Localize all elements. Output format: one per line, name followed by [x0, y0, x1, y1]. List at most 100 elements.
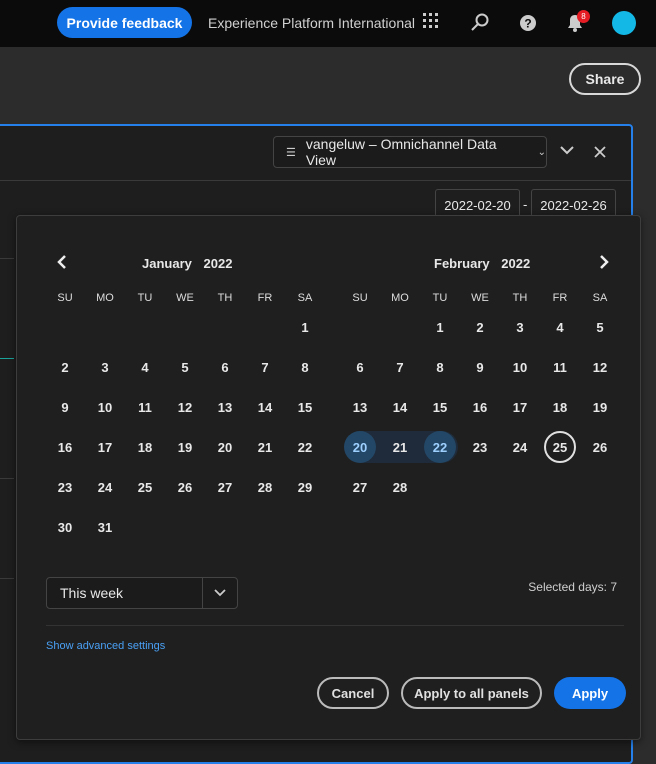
calendar-day[interactable]: 12: [584, 351, 616, 383]
calendar-day[interactable]: 25: [129, 471, 161, 503]
calendar-day[interactable]: 4: [544, 311, 576, 343]
preset-select[interactable]: This week: [46, 577, 238, 609]
calendar-day[interactable]: 15: [424, 391, 456, 423]
calendar-day[interactable]: 11: [129, 391, 161, 423]
calendar-day[interactable]: 6: [344, 351, 376, 383]
cancel-button[interactable]: Cancel: [317, 677, 389, 709]
table-row-line: [0, 358, 14, 359]
calendar-day[interactable]: 23: [464, 431, 496, 463]
calendar-day[interactable]: 16: [464, 391, 496, 423]
selected-days-count: Selected days: 7: [528, 580, 617, 594]
calendar-day[interactable]: 27: [344, 471, 376, 503]
calendar-day[interactable]: 21: [249, 431, 281, 463]
month-name: February: [434, 256, 490, 271]
calendar-day[interactable]: 4: [129, 351, 161, 383]
calendar-day[interactable]: 9: [49, 391, 81, 423]
calendar-day[interactable]: 15: [289, 391, 321, 423]
calendar-day[interactable]: 7: [384, 351, 416, 383]
calendar-day[interactable]: 6: [209, 351, 241, 383]
calendar-day[interactable]: 16: [49, 431, 81, 463]
calendar-day[interactable]: 2: [464, 311, 496, 343]
calendar-day[interactable]: 19: [584, 391, 616, 423]
apply-button[interactable]: Apply: [554, 677, 626, 709]
calendar-day[interactable]: 31: [89, 511, 121, 543]
calendar-day[interactable]: 30: [49, 511, 81, 543]
calendar-day[interactable]: 19: [169, 431, 201, 463]
help-icon[interactable]: ?: [519, 14, 537, 37]
calendar-day[interactable]: 20: [344, 431, 376, 463]
next-month-icon[interactable]: [597, 252, 611, 278]
calendar-day[interactable]: 5: [169, 351, 201, 383]
weekday-header: SA: [297, 292, 313, 304]
search-icon[interactable]: [471, 13, 489, 36]
chevron-down-icon: ⌄: [537, 146, 546, 158]
calendar-day[interactable]: 24: [89, 471, 121, 503]
calendar-day[interactable]: 23: [49, 471, 81, 503]
calendar-day[interactable]: 11: [544, 351, 576, 383]
calendar-day[interactable]: 17: [504, 391, 536, 423]
weekday-header: MO: [391, 292, 409, 304]
calendar-day[interactable]: 14: [384, 391, 416, 423]
data-view-label: vangeluw – Omnichannel Data View: [305, 136, 497, 168]
calendar-day[interactable]: 28: [249, 471, 281, 503]
calendar-day[interactable]: 3: [504, 311, 536, 343]
calendar-day[interactable]: 9: [464, 351, 496, 383]
calendar-day[interactable]: 21: [384, 431, 416, 463]
weekday-header: WE: [471, 292, 489, 304]
org-name[interactable]: Experience Platform International: [208, 15, 415, 31]
calendar-day[interactable]: 18: [129, 431, 161, 463]
calendar-day[interactable]: 27: [209, 471, 241, 503]
share-button[interactable]: Share: [569, 63, 641, 95]
calendar-day[interactable]: 29: [289, 471, 321, 503]
calendar-day[interactable]: 13: [344, 391, 376, 423]
calendar-day[interactable]: 22: [289, 431, 321, 463]
calendar-day[interactable]: 3: [89, 351, 121, 383]
previous-month-icon[interactable]: [55, 252, 69, 278]
close-icon[interactable]: [594, 145, 606, 163]
apply-to-all-panels-button[interactable]: Apply to all panels: [401, 677, 542, 709]
collapse-chevron-icon[interactable]: [560, 143, 574, 162]
calendar-day[interactable]: 10: [89, 391, 121, 423]
provide-feedback-button[interactable]: Provide feedback: [57, 7, 192, 38]
calendar-day[interactable]: 13: [209, 391, 241, 423]
calendar-day[interactable]: 5: [584, 311, 616, 343]
calendar-day[interactable]: 8: [424, 351, 456, 383]
calendar-day[interactable]: 1: [424, 311, 456, 343]
calendar-day[interactable]: 8: [289, 351, 321, 383]
weekday-header: TH: [217, 292, 233, 304]
calendar-day[interactable]: 10: [504, 351, 536, 383]
calendar-day[interactable]: 20: [209, 431, 241, 463]
calendar-day[interactable]: 25: [544, 431, 576, 463]
calendar-day[interactable]: 18: [544, 391, 576, 423]
date-separator: -: [523, 197, 528, 212]
calendar-day[interactable]: 14: [249, 391, 281, 423]
month-title-january: January 2022: [142, 256, 232, 271]
weekday-header: SA: [592, 292, 608, 304]
calendar-day[interactable]: 26: [584, 431, 616, 463]
calendar-day[interactable]: 28: [384, 471, 416, 503]
weekday-header: FR: [257, 292, 273, 304]
calendar-day[interactable]: 1: [289, 311, 321, 343]
weekday-header: WE: [176, 292, 194, 304]
calendar-day[interactable]: 12: [169, 391, 201, 423]
weekday-header: SU: [57, 292, 73, 304]
apps-grid-icon[interactable]: [423, 13, 439, 34]
calendar-day[interactable]: 7: [249, 351, 281, 383]
month-year: 2022: [501, 256, 531, 271]
table-row-line: [0, 578, 14, 579]
calendar-day[interactable]: 17: [89, 431, 121, 463]
table-row-line: [0, 478, 14, 479]
weekday-header: TH: [512, 292, 528, 304]
calendar-day[interactable]: 24: [504, 431, 536, 463]
table-row-line: [0, 258, 14, 259]
weekday-header: MO: [96, 292, 114, 304]
avatar[interactable]: [612, 11, 636, 35]
data-view-select[interactable]: ☰ vangeluw – Omnichannel Data View ⌄: [273, 136, 547, 168]
show-advanced-settings-link[interactable]: Show advanced settings: [46, 640, 165, 652]
chevron-down-icon[interactable]: [202, 578, 237, 608]
month-year: 2022: [203, 256, 233, 271]
calendar-day[interactable]: 22: [424, 431, 456, 463]
notification-badge: 8: [577, 10, 590, 23]
calendar-day[interactable]: 26: [169, 471, 201, 503]
calendar-day[interactable]: 2: [49, 351, 81, 383]
